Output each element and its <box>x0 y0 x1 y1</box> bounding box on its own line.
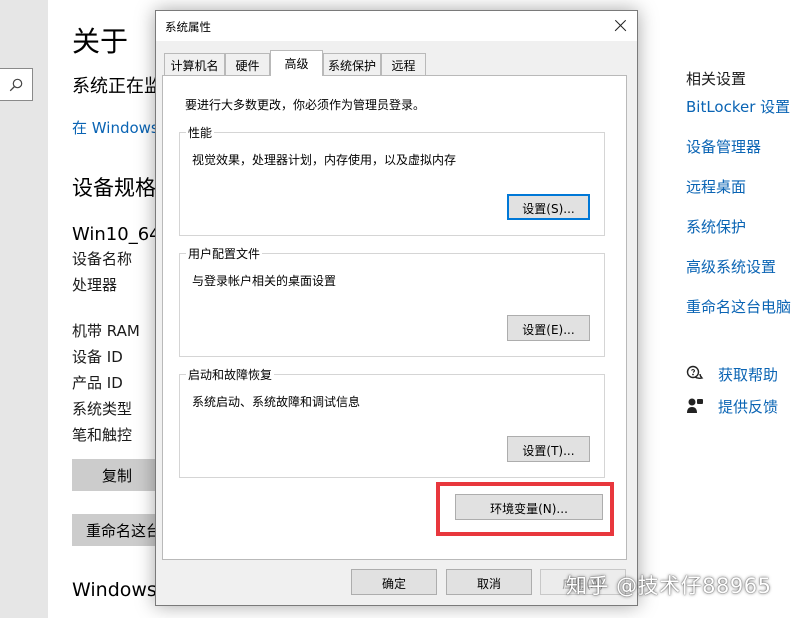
dialog-titlebar: 系统属性 <box>156 11 637 41</box>
spec-label-device-name: 设备名称 <box>72 250 133 268</box>
security-status-text: 系统正在监 <box>72 76 162 97</box>
group-title: 用户配置文件 <box>186 245 263 262</box>
spec-label-ram: 机带 RAM <box>72 322 140 340</box>
group-description: 视觉效果，处理器计划，内存使用，以及虚拟内存 <box>192 153 457 167</box>
device-specs-heading: 设备规格 <box>72 176 156 200</box>
group-description: 与登录帐户相关的桌面设置 <box>192 274 337 288</box>
ok-button[interactable]: 确定 <box>351 569 437 595</box>
startup-recovery-group: 启动和故障恢复 系统启动、系统故障和调试信息 设置(T)... <box>179 366 605 478</box>
windows-specs-heading: Windows <box>72 579 157 601</box>
spec-label-device-id: 设备 ID <box>72 348 123 366</box>
admin-note: 要进行大多数更改，你必须作为管理员登录。 <box>185 98 426 112</box>
close-icon[interactable] <box>609 14 633 38</box>
group-description: 系统启动、系统故障和调试信息 <box>192 395 361 409</box>
startup-recovery-settings-button[interactable]: 设置(T)... <box>507 436 590 462</box>
system-properties-dialog: 系统属性 计算机名 硬件 高级 系统保护 远程 要进行大多数更改，你必须作为管理… <box>155 10 638 606</box>
spec-label-product-id: 产品 ID <box>72 374 123 392</box>
feedback-icon <box>687 398 703 413</box>
search-icon <box>9 78 23 92</box>
device-name-value: Win10_64 <box>72 224 161 245</box>
spec-label-system-type: 系统类型 <box>72 400 133 418</box>
get-help-link[interactable]: 获取帮助 <box>718 364 778 385</box>
related-settings-heading: 相关设置 <box>686 70 747 88</box>
performance-group: 性能 视觉效果，处理器计划，内存使用，以及虚拟内存 设置(S)... <box>179 124 605 236</box>
search-button[interactable] <box>0 68 33 101</box>
link-system-protection[interactable]: 系统保护 <box>686 216 746 237</box>
annotation-highlight-box <box>436 482 614 536</box>
group-title: 性能 <box>186 124 215 141</box>
user-profiles-settings-button[interactable]: 设置(E)... <box>507 315 590 341</box>
link-remote-desktop[interactable]: 远程桌面 <box>686 176 746 197</box>
user-profiles-group: 用户配置文件 与登录帐户相关的桌面设置 设置(E)... <box>179 245 605 357</box>
feedback-link[interactable]: 提供反馈 <box>718 396 778 417</box>
security-link[interactable]: 在 Windows <box>72 117 159 138</box>
link-rename-pc[interactable]: 重命名这台电脑 <box>686 296 791 317</box>
cancel-button[interactable]: 取消 <box>446 569 532 595</box>
tab-remote[interactable]: 远程 <box>381 53 426 75</box>
spec-label-pen-touch: 笔和触控 <box>72 426 133 444</box>
help-chat-icon <box>686 365 704 380</box>
watermark-text: 知乎 @技术仔88965 <box>566 574 772 598</box>
tab-hardware[interactable]: 硬件 <box>225 53 270 75</box>
link-device-manager[interactable]: 设备管理器 <box>686 136 761 157</box>
page-title: 关于 <box>72 25 129 58</box>
performance-settings-button[interactable]: 设置(S)... <box>507 194 590 220</box>
spec-label-processor: 处理器 <box>72 276 118 294</box>
tab-computer-name[interactable]: 计算机名 <box>164 53 225 75</box>
tab-advanced[interactable]: 高级 <box>270 50 323 76</box>
link-bitlocker[interactable]: BitLocker 设置 <box>686 96 790 117</box>
tab-system-protection[interactable]: 系统保护 <box>323 53 381 75</box>
link-advanced-system-settings[interactable]: 高级系统设置 <box>686 256 776 277</box>
dialog-title: 系统属性 <box>165 20 211 34</box>
group-title: 启动和故障恢复 <box>186 366 275 383</box>
copy-button[interactable]: 复制 <box>72 459 162 491</box>
rename-pc-button[interactable]: 重命名这台 <box>72 514 162 546</box>
